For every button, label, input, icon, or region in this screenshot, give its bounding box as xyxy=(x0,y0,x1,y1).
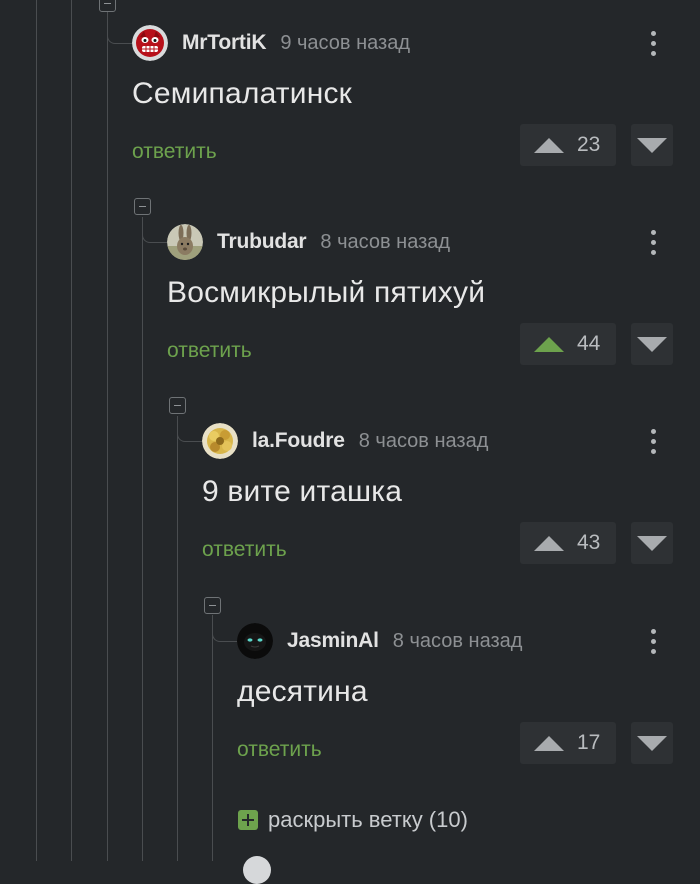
comment-text: Семипалатинск xyxy=(132,77,352,110)
thread-line xyxy=(107,0,108,861)
comment-time: 9 часов назад xyxy=(280,31,410,54)
thread-line xyxy=(212,616,213,861)
rabbit-photo-avatar-icon[interactable] xyxy=(167,224,203,260)
thread-line xyxy=(71,0,72,861)
downvote-arrow-icon xyxy=(637,535,667,551)
upvote-button[interactable]: 17 xyxy=(520,722,616,764)
downvote-button[interactable] xyxy=(631,722,673,764)
comment-header: JasminAl 8 часов назад xyxy=(237,623,522,659)
upvote-button[interactable]: 43 xyxy=(520,522,616,564)
downvote-arrow-icon xyxy=(637,735,667,751)
thread-connector xyxy=(177,416,202,442)
comment: MrTortiK 9 часов назад Семипалатинск отв… xyxy=(132,25,700,175)
downvote-button[interactable] xyxy=(631,522,673,564)
red-monster-avatar-icon[interactable] xyxy=(132,25,168,61)
comment: JasminAl 8 часов назад десятина ответить… xyxy=(237,623,700,773)
comment: Trubudar 8 часов назад Восмикрылый пятих… xyxy=(167,224,700,374)
reply-button[interactable]: ответить xyxy=(202,538,287,562)
comment-header: Trubudar 8 часов назад xyxy=(167,224,450,260)
comment-time: 8 часов назад xyxy=(358,429,489,452)
collapse-thread-button[interactable] xyxy=(204,597,221,614)
downvote-button[interactable] xyxy=(631,124,673,166)
collapse-thread-button[interactable] xyxy=(134,198,151,215)
thread-line xyxy=(142,218,143,861)
reply-button[interactable]: ответить xyxy=(237,738,322,762)
comment-score: 23 xyxy=(577,133,601,156)
comment: la.Foudre 8 часов назад 9 вите иташка от… xyxy=(202,423,700,573)
upvote-arrow-icon xyxy=(534,735,564,751)
thread-line xyxy=(36,0,37,861)
downvote-arrow-icon xyxy=(637,336,667,352)
plus-icon xyxy=(238,810,258,830)
reply-button[interactable]: ответить xyxy=(167,339,252,363)
comment-time: 8 часов назад xyxy=(320,230,451,253)
comment-score: 44 xyxy=(577,332,601,355)
comment-time: 8 часов назад xyxy=(392,629,523,652)
dark-cat-face-avatar-icon[interactable] xyxy=(237,623,273,659)
collapse-thread-button[interactable] xyxy=(169,397,186,414)
comment-header: la.Foudre 8 часов назад xyxy=(202,423,488,459)
thread-line xyxy=(177,417,178,861)
upvote-arrow-icon xyxy=(534,336,564,352)
next-comment-avatar-partial xyxy=(243,856,271,884)
comment-username[interactable]: la.Foudre xyxy=(252,429,345,453)
comment-text: Восмикрылый пятихуй xyxy=(167,276,486,309)
upvote-arrow-icon xyxy=(534,137,564,153)
thread-connector xyxy=(212,615,237,642)
comment-header: MrTortiK 9 часов назад xyxy=(132,25,410,61)
expand-branch-label: раскрыть ветку (10) xyxy=(268,807,468,832)
collapse-thread-button[interactable] xyxy=(99,0,116,12)
comment-username[interactable]: MrTortiK xyxy=(182,31,267,55)
expand-branch-button[interactable]: раскрыть ветку (10) xyxy=(238,807,468,833)
comment-score: 17 xyxy=(577,731,601,754)
more-options-icon[interactable] xyxy=(643,224,663,260)
reply-button[interactable]: ответить xyxy=(132,140,217,164)
more-options-icon[interactable] xyxy=(643,623,663,659)
downvote-arrow-icon xyxy=(637,137,667,153)
comment-score: 43 xyxy=(577,531,601,554)
upvote-button[interactable]: 44 xyxy=(520,323,616,365)
downvote-button[interactable] xyxy=(631,323,673,365)
upvote-button[interactable]: 23 xyxy=(520,124,616,166)
more-options-icon[interactable] xyxy=(643,25,663,61)
yellow-flower-avatar-icon[interactable] xyxy=(202,423,238,459)
comment-text: 9 вите иташка xyxy=(202,475,403,508)
comment-text: десятина xyxy=(237,675,368,708)
thread-connector xyxy=(142,217,167,243)
upvote-arrow-icon xyxy=(534,535,564,551)
more-options-icon[interactable] xyxy=(643,423,663,459)
comment-username[interactable]: Trubudar xyxy=(217,230,307,254)
comment-username[interactable]: JasminAl xyxy=(287,629,379,653)
